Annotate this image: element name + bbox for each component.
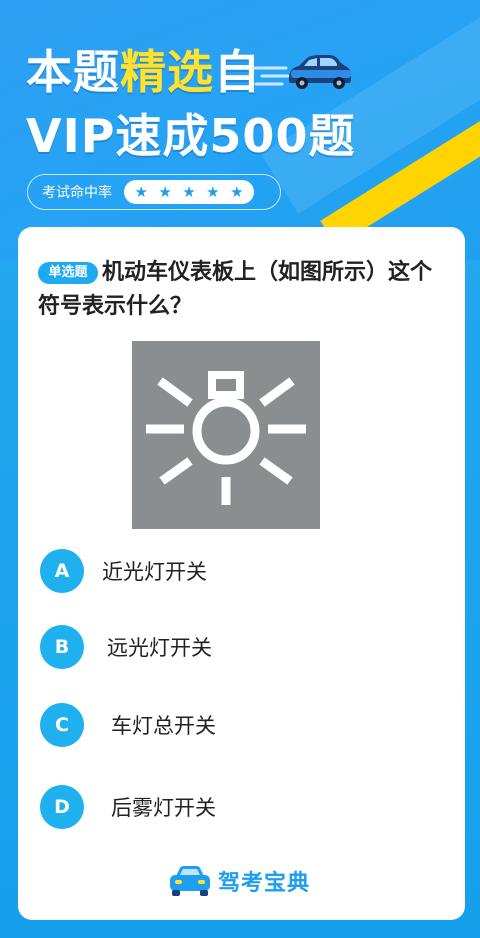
question-image	[132, 341, 320, 529]
star-icon: ★	[230, 182, 244, 201]
question-card: 机动车仪表板上（如图所示）这个符号表示什么？ 单选题 A 近光灯开关 B 远光灯…	[18, 227, 465, 920]
star-icon: ★	[158, 182, 172, 201]
page-title-line1: 本题精选自	[26, 36, 261, 102]
brand-logo: 驾考宝典	[166, 861, 310, 901]
option-a[interactable]: A 近光灯开关	[40, 546, 440, 596]
option-b[interactable]: B 远光灯开关	[40, 622, 440, 672]
hit-rate-stars: ★ ★ ★ ★ ★	[124, 180, 254, 204]
headlight-symbol-icon	[146, 371, 306, 505]
question-text: 机动车仪表板上（如图所示）这个符号表示什么？	[38, 260, 433, 319]
title-highlight-text: 精选	[120, 45, 214, 99]
star-icon: ★	[206, 182, 220, 201]
title-text: 本题	[26, 45, 120, 99]
option-letter-badge: C	[40, 703, 84, 747]
car-logo-icon	[170, 866, 210, 896]
option-text: 车灯总开关	[111, 714, 216, 738]
brand-name: 驾考宝典	[218, 871, 311, 896]
question-type-tag: 单选题	[38, 262, 98, 284]
hit-rate-label: 考试命中率	[42, 185, 112, 201]
option-text: 远光灯开关	[107, 636, 212, 660]
option-letter-badge: A	[40, 549, 84, 593]
page-title-line2: VIP速成500题	[26, 109, 356, 163]
star-icon: ★	[134, 182, 148, 201]
option-c[interactable]: C 车灯总开关	[40, 700, 440, 750]
option-letter-badge: D	[40, 785, 84, 829]
star-icon: ★	[182, 182, 196, 201]
option-letter-badge: B	[40, 625, 84, 669]
option-text: 近光灯开关	[102, 560, 207, 584]
hit-rate-badge: 考试命中率 ★ ★ ★ ★ ★	[27, 174, 281, 210]
car-icon	[289, 55, 351, 89]
option-d[interactable]: D 后雾灯开关	[40, 782, 440, 832]
option-text: 后雾灯开关	[111, 796, 216, 820]
